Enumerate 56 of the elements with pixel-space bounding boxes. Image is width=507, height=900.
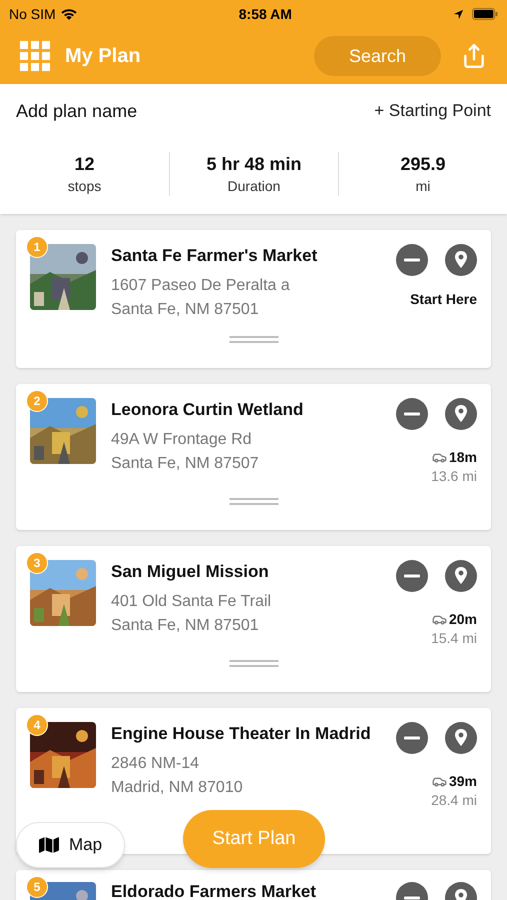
wifi-icon [60, 8, 78, 20]
stop-address: 49A W Frontage Rd [111, 430, 253, 450]
stop-address: Madrid, NM 87010 [111, 778, 244, 798]
drive-distance: 15.4 mi [431, 629, 477, 648]
map-pin-icon[interactable] [445, 560, 477, 592]
remove-icon[interactable] [396, 560, 428, 592]
stat-value: 12 [74, 153, 95, 176]
drive-time: 39m [448, 772, 477, 790]
stop-address: Santa Fe, NM 87501 [111, 300, 260, 320]
map-icon [38, 835, 59, 855]
stat-label: Duration [228, 177, 280, 196]
stop-number-badge: 4 [26, 714, 48, 736]
stop-card[interactable]: 3 San Miguel Mission 401 Old Santa Fe Trail Santa Fe, NM 87501 20m 15.4 mi [16, 546, 491, 692]
stop-address: Santa Fe, NM 87501 [111, 616, 260, 636]
stop-card[interactable]: 1 Santa Fe Farmer's Market 1607 Paseo De Peralta a Santa Fe, NM 87501 Start Here [16, 230, 491, 368]
stop-address: 2846 NM-14 [111, 754, 200, 774]
drag-handle[interactable] [229, 660, 278, 667]
location-arrow-icon [452, 8, 464, 20]
map-pin-icon[interactable] [445, 722, 477, 754]
stop-name: Santa Fe Farmer's Market [111, 245, 318, 267]
battery-icon [472, 8, 498, 20]
stop-name: Engine House Theater In Madrid [111, 723, 372, 745]
stat-label: mi [416, 177, 430, 196]
drive-distance: 28.4 mi [431, 791, 477, 810]
drive-time: 18m [448, 448, 477, 466]
remove-icon[interactable] [396, 244, 428, 276]
stop-address: 401 Old Santa Fe Trail [111, 592, 272, 612]
drive-time: 20m [448, 610, 477, 628]
remove-icon[interactable] [396, 398, 428, 430]
stop-number-badge: 2 [26, 390, 48, 412]
stop-card[interactable]: 2 Leonora Curtin Wetland 49A W Frontage Rd Santa Fe, NM 87507 18m 13.6 mi [16, 384, 491, 530]
drag-handle[interactable] [229, 498, 278, 505]
remove-icon[interactable] [396, 722, 428, 754]
stop-name: Leonora Curtin Wetland [111, 399, 304, 421]
stat-value: 5 hr 48 min [206, 153, 302, 176]
stat-label: stops [68, 177, 102, 196]
map-pin-icon[interactable] [445, 398, 477, 430]
page-title: My Plan [65, 44, 141, 69]
drive-distance: 13.6 mi [431, 467, 477, 486]
clock: 8:58 AM [238, 4, 292, 24]
stop-address: Santa Fe, NM 87507 [111, 454, 260, 474]
stop-name: San Miguel Mission [111, 561, 270, 583]
stop-name: Eldorado Farmers Market [111, 883, 318, 900]
starting-point-button[interactable]: + Starting Point [374, 98, 491, 124]
stop-number-badge: 1 [26, 236, 48, 258]
map-button[interactable]: Map [16, 822, 125, 868]
drag-handle[interactable] [229, 336, 278, 343]
stop-card[interactable]: 5 Eldorado Farmers Market [16, 870, 491, 900]
plan-name-field[interactable]: Add plan name [16, 98, 138, 124]
map-pin-icon[interactable] [445, 244, 477, 276]
carrier-label: No SIM [9, 4, 56, 24]
start-here-label: Start Here [410, 290, 477, 309]
stop-number-badge: 3 [26, 552, 48, 574]
stop-number-badge: 5 [26, 876, 48, 898]
stat-value: 295.9 [400, 153, 446, 176]
stop-address: 1607 Paseo De Peralta a [111, 276, 291, 296]
